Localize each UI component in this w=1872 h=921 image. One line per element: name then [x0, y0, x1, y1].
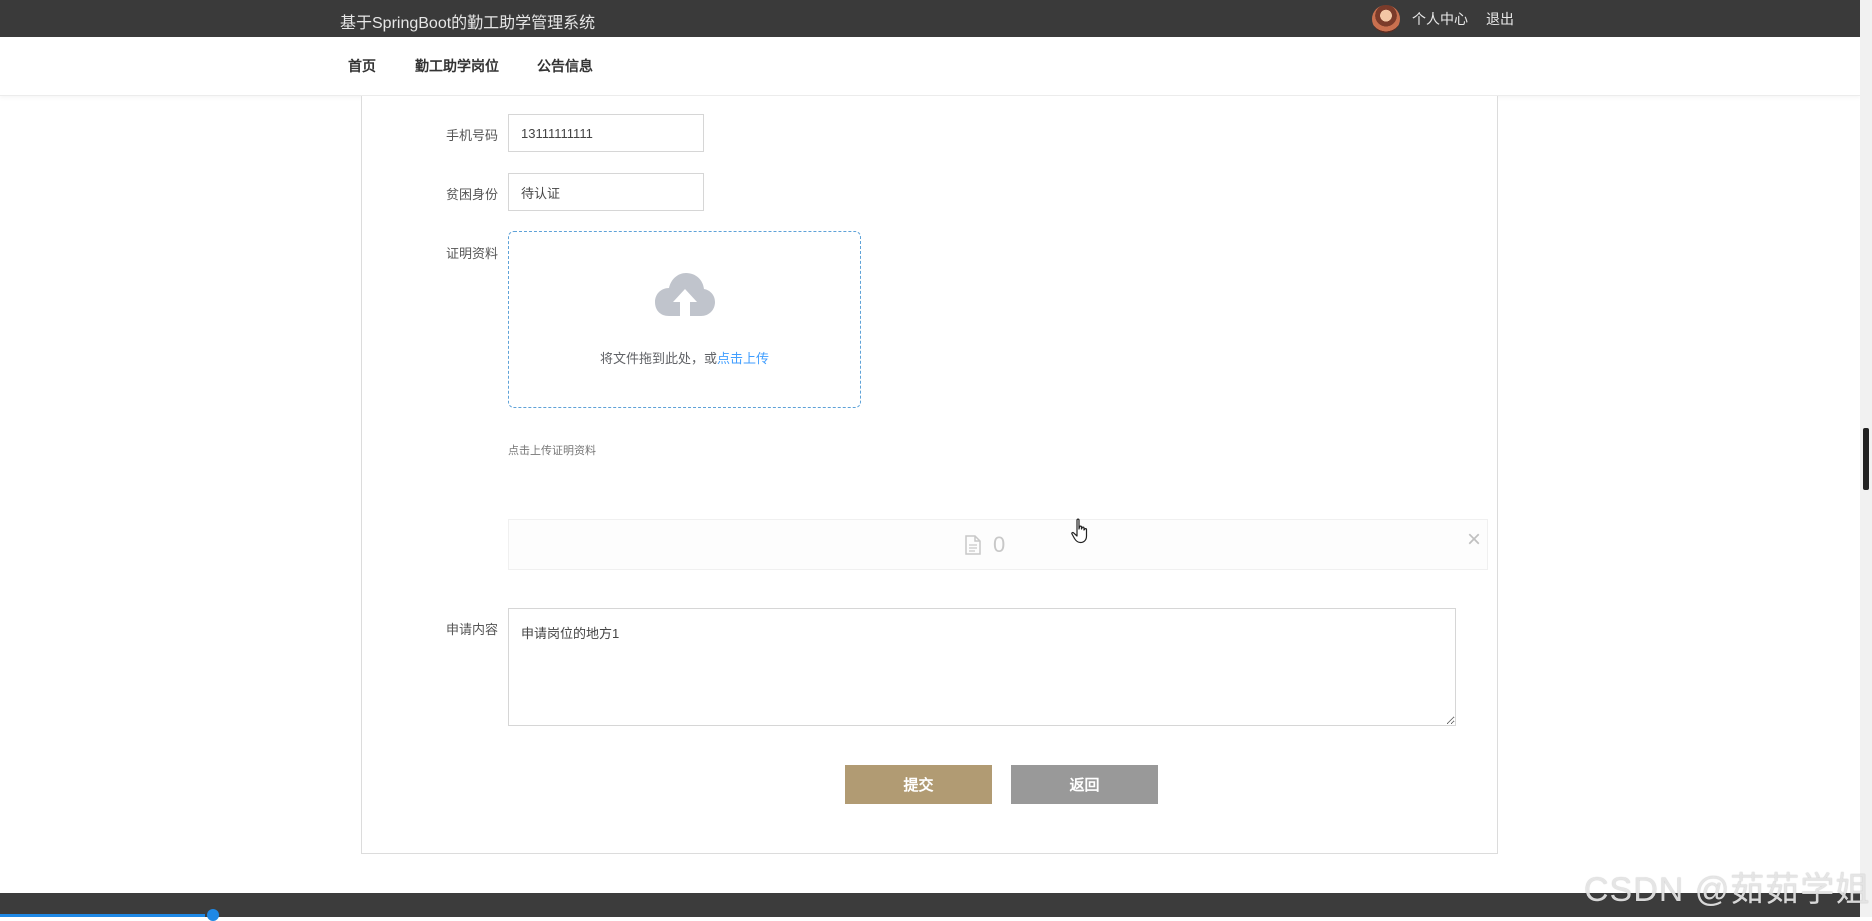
submit-button[interactable]: 提交: [845, 765, 992, 804]
site-title: 基于SpringBoot的勤工助学管理系统: [340, 15, 596, 32]
footer-bar: [0, 893, 1860, 921]
upload-instructions: 将文件拖到此处，或点击上传: [509, 348, 860, 367]
uploaded-file-item[interactable]: 0 ×: [508, 519, 1488, 570]
phone-input[interactable]: [508, 114, 704, 152]
nav-item-home[interactable]: 首页: [348, 56, 376, 76]
application-content-textarea[interactable]: 申请岗位的地方1: [508, 608, 1456, 726]
upload-click-link[interactable]: 点击上传: [717, 351, 769, 366]
hand-pointer-icon: [1071, 518, 1088, 544]
logout-link[interactable]: 退出: [1486, 9, 1514, 29]
user-area: 个人中心 退出: [1372, 4, 1532, 34]
upload-tip: 点击上传证明资料: [508, 445, 596, 457]
upload-dropzone[interactable]: 将文件拖到此处，或点击上传: [508, 231, 861, 408]
nav-item-announcements[interactable]: 公告信息: [537, 56, 593, 76]
page-scrollbar[interactable]: [1860, 0, 1872, 917]
scrollbar-thumb[interactable]: [1863, 428, 1869, 490]
remove-file-icon[interactable]: ×: [1467, 526, 1481, 554]
user-center-link[interactable]: 个人中心: [1412, 9, 1468, 29]
upload-drop-text: 将文件拖到此处，或: [599, 351, 717, 366]
uploaded-file-name: 0: [993, 532, 1006, 557]
phone-label: 手机号码: [445, 128, 498, 143]
proof-label: 证明资料: [445, 246, 498, 261]
progress-dot: [207, 909, 219, 921]
poverty-status-input[interactable]: [508, 173, 704, 211]
poverty-status-label: 贫困身份: [445, 187, 498, 202]
avatar[interactable]: [1372, 5, 1400, 33]
upload-cloud-icon: [655, 273, 715, 316]
top-bar: 基于SpringBoot的勤工助学管理系统 个人中心 退出: [0, 0, 1860, 37]
main-nav: 首页 勤工助学岗位 公告信息: [0, 37, 1860, 96]
application-content-label: 申请内容: [445, 622, 498, 637]
back-button[interactable]: 返回: [1011, 765, 1158, 804]
watermark: CSDN @茹茹学姐: [1584, 871, 1871, 909]
nav-item-work-study-jobs[interactable]: 勤工助学岗位: [415, 56, 499, 76]
document-icon: [965, 535, 981, 555]
